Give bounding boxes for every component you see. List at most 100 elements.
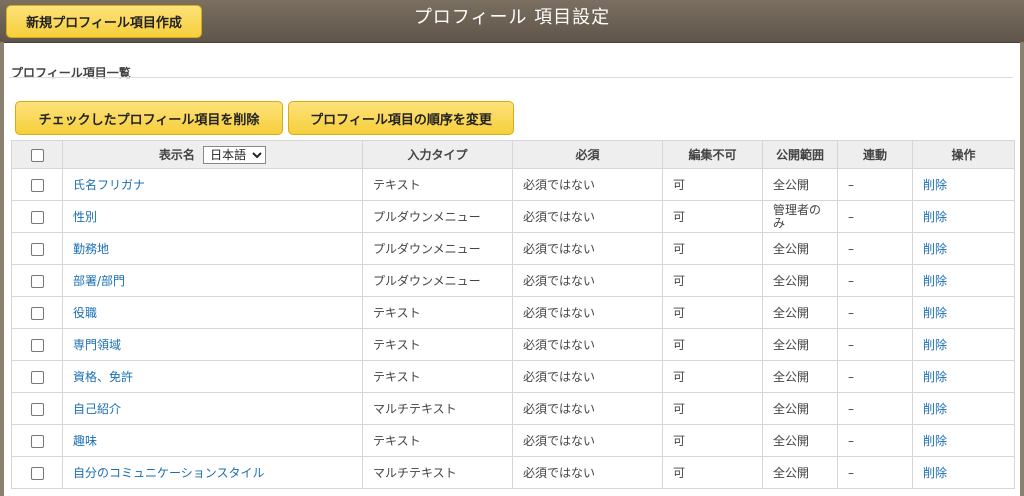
table-row: 自分のコミュニケーションスタイル マルチテキスト 必須ではない可全公開 – 削除 xyxy=(11,456,1015,489)
row-operation-cell: 削除 xyxy=(912,296,1015,329)
table-row: 役職 テキスト 必須ではない可全公開 – 削除 xyxy=(11,296,1015,329)
row-linked: – xyxy=(837,328,913,361)
select-all-checkbox[interactable] xyxy=(30,148,44,162)
row-name-cell: 性別 xyxy=(62,200,363,233)
row-editable: 可 xyxy=(662,424,763,457)
row-visibility: 全公開 xyxy=(762,232,838,265)
row-name-cell: 部署/部門 xyxy=(62,264,363,297)
row-operation-cell: 削除 xyxy=(912,328,1015,361)
item-name-link[interactable]: 部署/部門 xyxy=(73,274,125,288)
row-name-cell: 自己紹介 xyxy=(62,392,363,425)
delete-link[interactable]: 削除 xyxy=(923,434,947,448)
row-checkbox[interactable] xyxy=(30,274,44,288)
row-input-type: テキスト xyxy=(362,328,513,361)
row-editable: 可 xyxy=(662,456,763,489)
row-linked: – xyxy=(837,168,913,201)
row-checkbox[interactable] xyxy=(30,210,44,224)
delete-link[interactable]: 削除 xyxy=(923,242,947,256)
row-linked: – xyxy=(837,200,913,233)
row-visibility: 全公開 xyxy=(762,328,838,361)
row-input-type: マルチテキスト xyxy=(362,392,513,425)
language-select[interactable]: 日本語 xyxy=(203,145,267,164)
item-name-link[interactable]: 自己紹介 xyxy=(73,402,121,416)
row-visibility: 全公開 xyxy=(762,168,838,201)
delete-link[interactable]: 削除 xyxy=(923,306,947,320)
table-row: 資格、免許 テキスト 必須ではない可全公開 – 削除 xyxy=(11,360,1015,393)
row-operation-cell: 削除 xyxy=(912,424,1015,457)
header-display-name: 表示名 日本語 xyxy=(62,140,363,169)
delete-link[interactable]: 削除 xyxy=(923,402,947,416)
item-name-link[interactable]: 資格、免許 xyxy=(73,370,133,384)
row-checkbox-cell xyxy=(11,424,63,457)
row-name-cell: 勤務地 xyxy=(62,232,363,265)
row-checkbox-cell xyxy=(11,456,63,489)
row-required: 必須ではない xyxy=(512,264,663,297)
item-name-link[interactable]: 性別 xyxy=(73,210,97,224)
row-checkbox[interactable] xyxy=(30,338,44,352)
row-editable: 可 xyxy=(662,264,763,297)
row-editable: 可 xyxy=(662,200,763,233)
delete-link[interactable]: 削除 xyxy=(923,274,947,288)
frame-right-border xyxy=(1020,42,1024,496)
table-row: 部署/部門 プルダウンメニュー 必須ではない可全公開 – 削除 xyxy=(11,264,1015,297)
row-editable: 可 xyxy=(662,328,763,361)
item-name-link[interactable]: 趣味 xyxy=(73,434,97,448)
row-checkbox[interactable] xyxy=(30,306,44,320)
delete-link[interactable]: 削除 xyxy=(923,178,947,192)
change-order-button[interactable]: プロフィール項目の順序を変更 xyxy=(288,101,514,135)
table-row: 趣味 テキスト 必須ではない可全公開 – 削除 xyxy=(11,424,1015,457)
row-input-type: テキスト xyxy=(362,424,513,457)
frame-left-border xyxy=(0,42,4,496)
item-name-link[interactable]: 自分のコミュニケーションスタイル xyxy=(73,466,265,480)
row-operation-cell: 削除 xyxy=(912,456,1015,489)
row-checkbox-cell xyxy=(11,168,63,201)
header-display-name-label: 表示名 xyxy=(158,147,195,162)
table-row: 氏名フリガナ テキスト 必須ではない可全公開 – 削除 xyxy=(11,168,1015,201)
row-checkbox[interactable] xyxy=(30,370,44,384)
row-linked: – xyxy=(837,296,913,329)
row-required: 必須ではない xyxy=(512,456,663,489)
row-input-type: テキスト xyxy=(362,168,513,201)
table-row: 勤務地 プルダウンメニュー 必須ではない可全公開 – 削除 xyxy=(11,232,1015,265)
row-visibility: 全公開 xyxy=(762,296,838,329)
header-input-type: 入力タイプ xyxy=(362,140,513,169)
delete-link[interactable]: 削除 xyxy=(923,466,947,480)
row-required: 必須ではない xyxy=(512,328,663,361)
item-name-link[interactable]: 専門領域 xyxy=(73,338,121,352)
item-name-link[interactable]: 氏名フリガナ xyxy=(73,178,145,192)
row-linked: – xyxy=(837,264,913,297)
section-title: プロフィール項目一覧 xyxy=(11,66,131,80)
row-operation-cell: 削除 xyxy=(912,232,1015,265)
row-name-cell: 自分のコミュニケーションスタイル xyxy=(62,456,363,489)
delete-link[interactable]: 削除 xyxy=(923,338,947,352)
row-required: 必須ではない xyxy=(512,200,663,233)
row-required: 必須ではない xyxy=(512,296,663,329)
delete-link[interactable]: 削除 xyxy=(923,210,947,224)
table-row: 自己紹介 マルチテキスト 必須ではない可全公開 – 削除 xyxy=(11,392,1015,425)
delete-checked-button[interactable]: チェックしたプロフィール項目を削除 xyxy=(15,101,283,135)
row-input-type: テキスト xyxy=(362,296,513,329)
row-visibility: 全公開 xyxy=(762,360,838,393)
section-divider xyxy=(9,77,1013,78)
row-operation-cell: 削除 xyxy=(912,264,1015,297)
row-name-cell: 専門領域 xyxy=(62,328,363,361)
new-profile-item-button[interactable]: 新規プロフィール項目作成 xyxy=(6,5,202,38)
row-checkbox[interactable] xyxy=(30,242,44,256)
row-editable: 可 xyxy=(662,360,763,393)
item-name-link[interactable]: 勤務地 xyxy=(73,242,109,256)
row-linked: – xyxy=(837,360,913,393)
row-checkbox[interactable] xyxy=(30,434,44,448)
row-required: 必須ではない xyxy=(512,168,663,201)
row-required: 必須ではない xyxy=(512,232,663,265)
row-linked: – xyxy=(837,392,913,425)
delete-link[interactable]: 削除 xyxy=(923,370,947,384)
row-required: 必須ではない xyxy=(512,392,663,425)
row-editable: 可 xyxy=(662,232,763,265)
row-editable: 可 xyxy=(662,296,763,329)
table-header-row: 表示名 日本語 入力タイプ 必須 編集不可 公開範囲 連動 操作 xyxy=(11,140,1015,169)
item-name-link[interactable]: 役職 xyxy=(73,306,97,320)
row-checkbox[interactable] xyxy=(30,402,44,416)
row-checkbox-cell xyxy=(11,296,63,329)
row-checkbox[interactable] xyxy=(30,178,44,192)
row-checkbox[interactable] xyxy=(30,466,44,480)
